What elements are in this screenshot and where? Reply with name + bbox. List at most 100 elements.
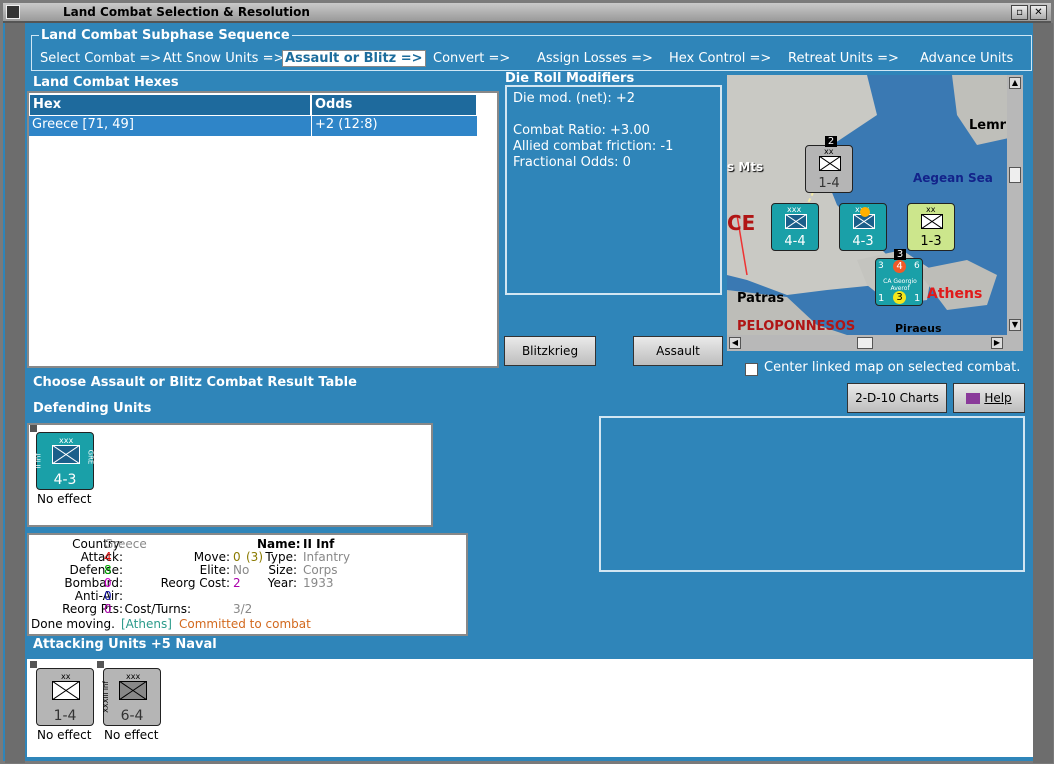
drm-title: Die Roll Modifiers <box>505 71 635 86</box>
scroll-right-icon[interactable]: ▶ <box>991 337 1003 349</box>
odds-row-cell[interactable]: +2 (12:8) <box>311 116 477 136</box>
unit-size: xxx <box>787 205 802 214</box>
reorgcost-label: Reorg Cost: <box>160 576 230 590</box>
help-button[interactable]: Help <box>953 383 1025 413</box>
unit-size: xx <box>926 205 936 214</box>
elite-label: Elite: <box>199 563 230 577</box>
center-linked-label: Center linked map on selected combat. <box>764 360 1021 375</box>
assault-button[interactable]: Assault <box>633 336 723 366</box>
naval-tl: 3 <box>878 261 884 271</box>
vertical-thumb[interactable] <box>1009 167 1021 183</box>
odds-column-header[interactable]: Odds <box>311 94 477 116</box>
move-value: 0 <box>233 550 241 564</box>
antiair-label: Anti-Air: <box>74 589 123 603</box>
combat-burst-icon <box>860 207 870 217</box>
defending-title: Defending Units <box>33 401 152 416</box>
bombard-value: 0 <box>104 576 112 590</box>
unit-size: xx <box>61 672 71 681</box>
unit-size: xxx <box>59 436 74 445</box>
map-label-lemnos: Lemr <box>969 118 1007 133</box>
drm-panel: Die mod. (net): +2 Combat Ratio: +3.00 A… <box>505 85 722 295</box>
map-horizontal-scrollbar[interactable]: ◀ ▶ <box>727 335 1023 351</box>
infantry-icon <box>921 214 943 229</box>
step-assault-blitz: Assault or Blitz => <box>282 50 426 67</box>
elite-value: No <box>233 563 250 577</box>
close-icon[interactable]: ✕ <box>1030 5 1047 20</box>
antiair-value: 0 <box>104 589 112 603</box>
charts-button[interactable]: 2-D-10 Charts <box>847 383 947 413</box>
map-counter-gre-4-3[interactable]: xxx 4-3 <box>839 203 887 251</box>
unit-marker-icon <box>30 661 37 668</box>
linked-map[interactable]: s Mts Lemr Aegean Sea CE Patras PELOPONN… <box>727 75 1023 335</box>
unit-value: 1-3 <box>920 234 942 249</box>
step-hex-control: Hex Control => <box>669 51 772 66</box>
window-title: Land Combat Selection & Resolution <box>63 5 310 19</box>
blitzkrieg-button[interactable]: Blitzkrieg <box>504 336 596 366</box>
right-frame <box>1033 23 1053 763</box>
unit-size: xxx <box>126 672 141 681</box>
type-label: Type: <box>265 550 297 564</box>
map-label-aegean: Aegean Sea <box>913 171 993 185</box>
bombard-label: Bombard: <box>64 576 123 590</box>
choose-crt-label: Choose Assault or Blitz Combat Result Ta… <box>33 375 357 390</box>
scroll-left-icon[interactable]: ◀ <box>729 337 741 349</box>
scroll-down-icon[interactable]: ▼ <box>1009 319 1021 331</box>
map-label-piraeus: Piraeus <box>895 322 942 335</box>
step-assign-losses: Assign Losses => <box>537 51 653 66</box>
title-bar: Land Combat Selection & Resolution ▫ ✕ <box>3 3 1051 23</box>
naval-bl: 1 <box>878 293 885 304</box>
map-counter-gre-4-4[interactable]: xxx 4-4 <box>771 203 819 251</box>
map-label-athens: Athens <box>927 286 983 302</box>
scroll-up-icon[interactable]: ▲ <box>1009 77 1021 89</box>
hexes-title: Land Combat Hexes <box>33 75 179 90</box>
map-counter-german-1-4[interactable]: 2 xx 1-4 <box>805 136 853 193</box>
attack-value: 4 <box>104 550 112 564</box>
defense-label: Defense: <box>69 563 123 577</box>
attacking-unit-1-status: No effect <box>37 728 92 742</box>
size-value: Corps <box>303 563 338 577</box>
attack-label: Attack: <box>80 550 123 564</box>
naval-br: 1 <box>914 293 921 304</box>
map-counter-gre-naval[interactable]: 3 3 6 4 CA Georgio Averof 1 3 1 <box>875 249 923 306</box>
map-counter-italian-1-3[interactable]: xx 1-3 <box>907 203 955 251</box>
costturns-label: Cost/Turns: <box>124 602 191 616</box>
drm-line: Allied combat friction: -1 <box>513 139 674 154</box>
hex-row-cell[interactable]: Greece [71, 49] <box>29 116 311 136</box>
defending-unit-counter[interactable]: xxx II Inf GRE 4-3 <box>30 425 95 490</box>
hex-column-header[interactable]: Hex <box>29 94 311 116</box>
unit-value: 4-4 <box>784 234 806 249</box>
center-linked-checkbox[interactable] <box>745 363 758 376</box>
size-label: Size: <box>268 563 297 577</box>
step-advance: Advance Units <box>920 51 1014 66</box>
infantry-icon <box>119 681 147 700</box>
move-label: Move: <box>193 550 230 564</box>
name-label: Name: <box>257 537 301 551</box>
naval-name: CA Georgio Averof <box>883 278 917 292</box>
country-value: Greece <box>104 537 147 551</box>
help-book-icon <box>966 393 981 404</box>
attacking-unit-2-counter[interactable]: xxx XXXIII Inf 6-4 <box>97 661 161 726</box>
unit-info-panel: Country: Greece Attack: 4 Defense: 8 Bom… <box>27 533 468 636</box>
unit-value: 4-3 <box>852 234 874 249</box>
unit-marker-icon <box>30 425 37 432</box>
reorgpts-value: 0 <box>104 602 112 616</box>
attacking-unit-1-counter[interactable]: xx 1-4 <box>30 661 94 726</box>
horizontal-thumb[interactable] <box>857 337 873 349</box>
drm-spacer <box>513 107 714 123</box>
location-text: [Athens] <box>121 617 172 631</box>
unit-country-side: GRE <box>86 449 95 465</box>
stack-count: 2 <box>825 136 837 147</box>
infantry-icon <box>52 681 80 700</box>
minimize-icon[interactable]: ▫ <box>1011 5 1028 20</box>
unit-value: 4-3 <box>53 472 77 488</box>
combat-window: Land Combat Selection & Resolution ▫ ✕ L… <box>0 0 1054 764</box>
step-select-combat: Select Combat => <box>40 51 162 66</box>
year-label: Year: <box>267 576 297 590</box>
help-label: Help <box>984 391 1012 405</box>
sequence-title: Land Combat Subphase Sequence <box>39 28 292 43</box>
window-menu-icon[interactable] <box>6 5 20 19</box>
map-vertical-scrollbar[interactable]: ▲ ▼ <box>1007 75 1023 335</box>
map-label-mts: s Mts <box>727 160 764 174</box>
defense-value: 8 <box>104 563 112 577</box>
step-convert: Convert => <box>433 51 511 66</box>
